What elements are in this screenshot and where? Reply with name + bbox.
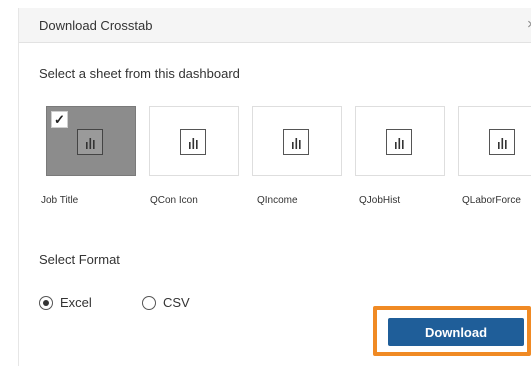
bar-chart-icon xyxy=(489,129,515,155)
dialog-title: Download Crosstab xyxy=(39,18,153,33)
checkmark-icon: ✓ xyxy=(51,111,68,128)
bar-chart-icon xyxy=(386,129,412,155)
sheet-label-qlaborforce: QLaborForce xyxy=(462,195,521,206)
bar-chart-icon xyxy=(180,129,206,155)
sheet-tile-qincome[interactable] xyxy=(252,106,342,176)
sheet-tile-qcon-icon[interactable] xyxy=(149,106,239,176)
sheet-label-qincome: QIncome xyxy=(257,195,298,206)
radio-dot xyxy=(43,300,49,306)
sheet-tile-job-title[interactable]: ✓ xyxy=(46,106,136,176)
sheet-tile-qlaborforce[interactable] xyxy=(458,106,531,176)
sheet-tile-qjobhist[interactable] xyxy=(355,106,445,176)
dialog-header: Download Crosstab × xyxy=(19,8,531,43)
radio-button-selected[interactable] xyxy=(39,296,53,310)
radio-csv-label: CSV xyxy=(163,295,190,310)
sheet-label-qcon-icon: QCon Icon xyxy=(150,195,198,206)
sheet-label-job-title: Job Title xyxy=(41,195,79,206)
radio-excel-label: Excel xyxy=(60,295,92,310)
select-format-label: Select Format xyxy=(39,252,120,267)
bar-chart-icon xyxy=(283,129,309,155)
bar-chart-icon xyxy=(77,129,103,155)
download-button[interactable]: Download xyxy=(388,318,524,346)
close-icon[interactable]: × xyxy=(527,16,531,33)
sheet-select-prompt: Select a sheet from this dashboard xyxy=(39,66,240,81)
sheet-label-qjobhist: QJobHist xyxy=(359,195,401,206)
radio-button-unselected[interactable] xyxy=(142,296,156,310)
